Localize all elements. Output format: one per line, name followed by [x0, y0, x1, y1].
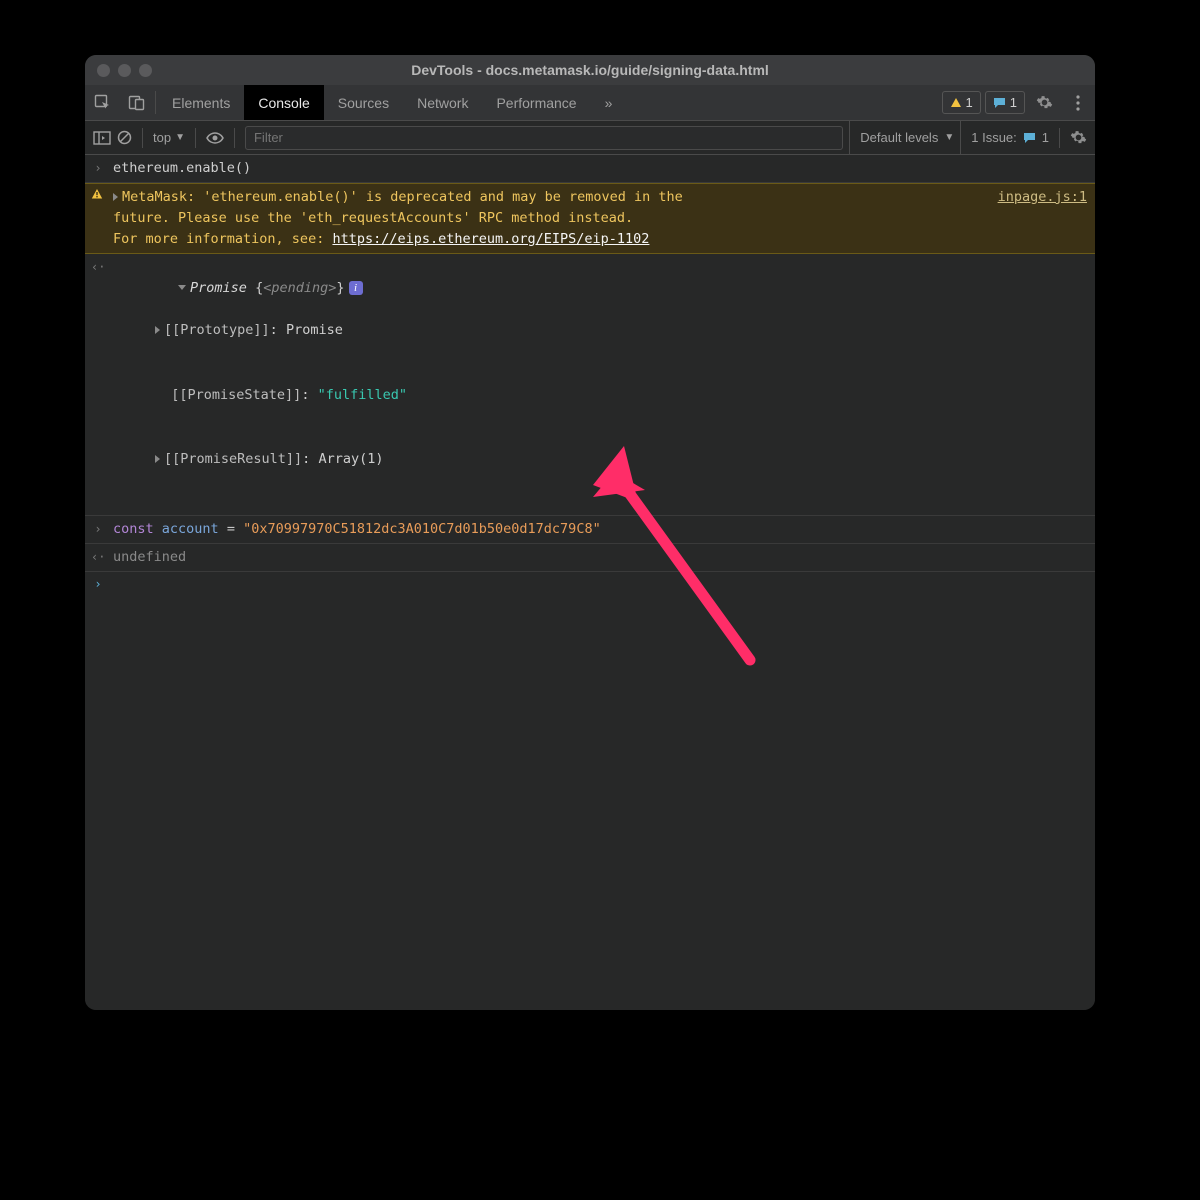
- context-label: top: [153, 130, 171, 145]
- console-result-line: ‹· Promise {<pending>}i [[Prototype]]: P…: [85, 254, 1095, 516]
- sidebar-toggle-icon[interactable]: [93, 131, 111, 145]
- warnings-badge[interactable]: 1: [942, 91, 981, 114]
- issues-count: 1: [1042, 130, 1049, 145]
- console-toolbar: top ▼ Default levels ▼ 1 Issue: 1: [85, 121, 1095, 155]
- collapse-icon[interactable]: [178, 285, 186, 290]
- command-text: const account = "0x70997970C51812dc3A010…: [113, 519, 1087, 540]
- tab-elements[interactable]: Elements: [158, 85, 244, 120]
- tab-console[interactable]: Console: [244, 85, 323, 120]
- log-levels-label: Default levels: [860, 130, 938, 145]
- prompt-chevron-icon: ›: [91, 576, 105, 591]
- window-title: DevTools - docs.metamask.io/guide/signin…: [85, 62, 1095, 78]
- log-levels-selector[interactable]: Default levels ▼: [849, 121, 954, 154]
- expand-icon[interactable]: [155, 455, 160, 463]
- tab-sources[interactable]: Sources: [324, 85, 403, 120]
- command-text: ethereum.enable(): [113, 158, 1087, 179]
- expand-icon[interactable]: [155, 326, 160, 334]
- undefined-result: undefined: [113, 547, 1087, 568]
- object-property[interactable]: [[Prototype]]: Promise: [113, 319, 1087, 341]
- input-chevron-icon: ›: [91, 158, 105, 178]
- more-menu-icon[interactable]: [1061, 85, 1095, 120]
- info-icon[interactable]: i: [349, 281, 363, 295]
- warning-link[interactable]: https://eips.ethereum.org/EIPS/eip-1102: [332, 231, 649, 247]
- warnings-count: 1: [966, 95, 973, 110]
- filter-input[interactable]: [245, 126, 843, 150]
- titlebar: DevTools - docs.metamask.io/guide/signin…: [85, 55, 1095, 85]
- device-toggle-icon[interactable]: [119, 85, 153, 120]
- console-input-line: › ethereum.enable(): [85, 155, 1095, 183]
- clear-console-icon[interactable]: [117, 130, 132, 145]
- console-settings-icon[interactable]: [1070, 129, 1087, 146]
- inspect-icon[interactable]: [85, 85, 119, 120]
- tab-more[interactable]: »: [591, 85, 627, 120]
- panel-tabbar: Elements Console Sources Network Perform…: [85, 85, 1095, 121]
- console-prompt[interactable]: ›: [85, 572, 1095, 595]
- output-chevron-icon: ‹·: [91, 257, 105, 277]
- console-input-line: › const account = "0x70997970C51812dc3A0…: [85, 516, 1095, 544]
- expand-icon[interactable]: [113, 193, 118, 201]
- source-link[interactable]: inpage.js:1: [978, 187, 1087, 208]
- input-chevron-icon: ›: [91, 519, 105, 539]
- issues-label: 1 Issue:: [971, 130, 1017, 145]
- console-output[interactable]: › ethereum.enable() MetaMask: 'ethereum.…: [85, 155, 1095, 1010]
- warning-icon: [91, 187, 105, 200]
- devtools-window: DevTools - docs.metamask.io/guide/signin…: [85, 55, 1095, 1010]
- result-object[interactable]: Promise {<pending>}i [[Prototype]]: Prom…: [113, 257, 1087, 512]
- window-controls[interactable]: [85, 64, 152, 77]
- minimize-dot[interactable]: [118, 64, 131, 77]
- issues-button[interactable]: 1 Issue: 1: [960, 121, 1049, 154]
- messages-badge[interactable]: 1: [985, 91, 1025, 114]
- context-selector[interactable]: top ▼: [153, 130, 185, 145]
- live-expression-icon[interactable]: [206, 132, 224, 144]
- warning-message: MetaMask: 'ethereum.enable()' is depreca…: [113, 187, 970, 250]
- close-dot[interactable]: [97, 64, 110, 77]
- console-result-line: ‹· undefined: [85, 544, 1095, 572]
- settings-icon[interactable]: [1027, 85, 1061, 120]
- object-property: [[PromiseState]]: "fulfilled": [113, 384, 1087, 406]
- console-warning-line: MetaMask: 'ethereum.enable()' is depreca…: [85, 183, 1095, 254]
- tab-network[interactable]: Network: [403, 85, 482, 120]
- zoom-dot[interactable]: [139, 64, 152, 77]
- messages-count: 1: [1010, 95, 1017, 110]
- output-chevron-icon: ‹·: [91, 547, 105, 567]
- object-property[interactable]: [[PromiseResult]]: Array(1): [113, 448, 1087, 470]
- tab-performance[interactable]: Performance: [482, 85, 590, 120]
